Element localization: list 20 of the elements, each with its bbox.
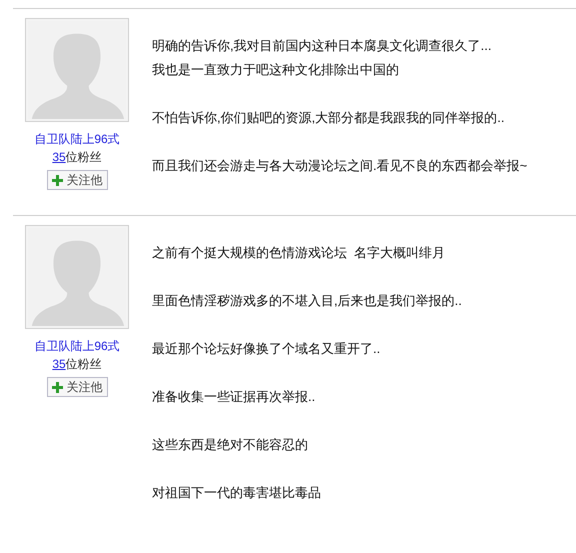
- fans-label: 位粉丝: [66, 356, 102, 373]
- post-text-line: 之前有个挺大规模的色情游戏论坛 名字大概叫绯月: [152, 244, 446, 262]
- post-text-line: 不怕告诉你,你们贴吧的资源,大部分都是我跟我的同伴举报的..: [152, 109, 506, 127]
- follow-button[interactable]: 关注他: [46, 377, 108, 397]
- post-text-line: 准备收集一些证据再次举报..: [152, 388, 316, 406]
- username-link[interactable]: 自卫队陆上96式: [34, 130, 120, 148]
- follow-button[interactable]: 关注他: [46, 170, 108, 190]
- post-text-line: 我也是一直致力于吧这种文化排除出中国的: [152, 61, 400, 79]
- post-text-line: 里面色情淫秽游戏多的不堪入目,后来也是我们举报的..: [152, 292, 462, 310]
- post-text-line: 最近那个论坛好像换了个域名又重开了..: [152, 340, 382, 358]
- plus-icon: [52, 174, 62, 186]
- fans-count-link[interactable]: 35: [52, 148, 66, 166]
- post-text-line: 而且我们还会游走与各大动漫论坛之间.看见不良的东西都会举报~: [152, 157, 528, 175]
- fans-label: 位粉丝: [66, 149, 102, 166]
- plus-icon: [52, 382, 62, 392]
- fans-count-link[interactable]: 35: [52, 355, 66, 373]
- post-text-line: 明确的告诉你,我对目前国内这种日本腐臭文化调查很久了...: [152, 37, 492, 55]
- post-text-line: 对祖国下一代的毒害堪比毒品: [152, 484, 322, 502]
- post-text-line: 这些东西是绝对不能容忍的: [152, 436, 309, 454]
- username-link[interactable]: 自卫队陆上96式: [34, 337, 120, 355]
